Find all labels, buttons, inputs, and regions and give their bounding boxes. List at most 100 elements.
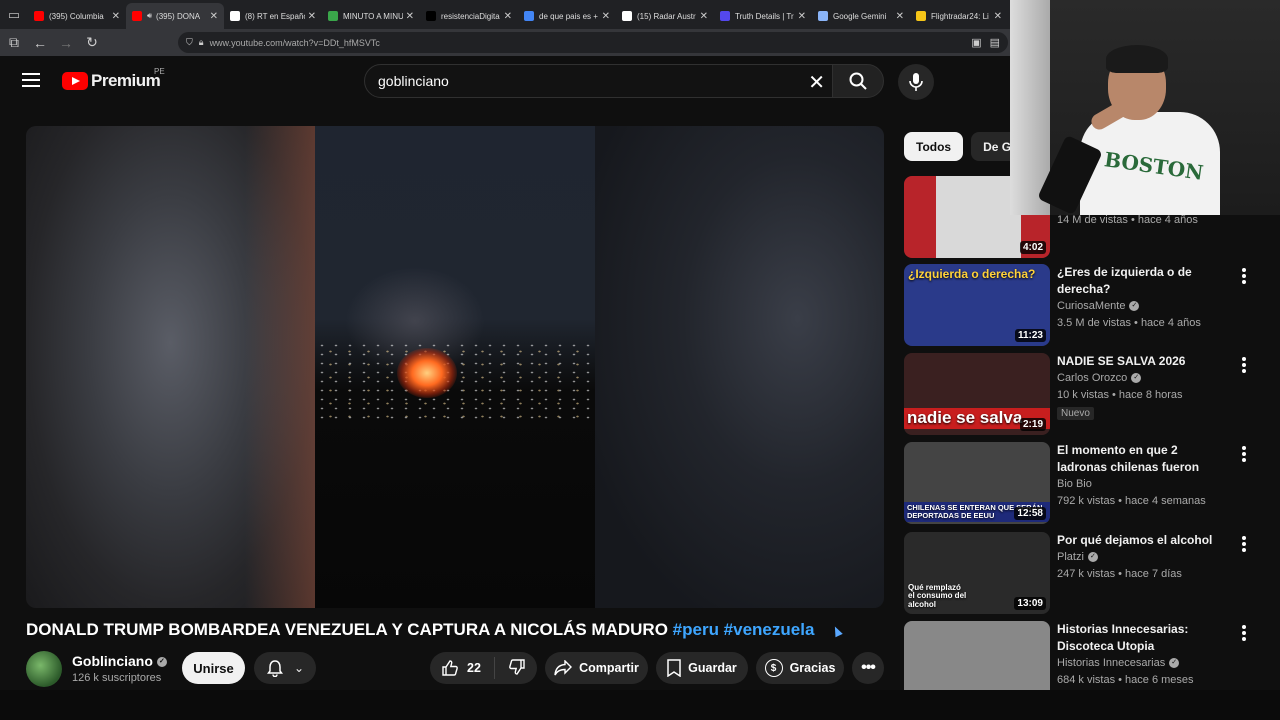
webcam-person-hair	[1106, 45, 1168, 73]
thumbnail-text: Qué remplazó el consumo del alcohol	[908, 582, 967, 610]
more-vertical-icon[interactable]	[1242, 357, 1246, 373]
forward-button[interactable]: →	[54, 31, 78, 55]
channel-name-text: Historias Innecesarias	[1057, 657, 1166, 669]
voice-search-button[interactable]	[898, 64, 934, 100]
verified-icon: ✓	[1131, 373, 1142, 384]
related-video-title[interactable]: Historias Innecesarias: Discoteca Utopia	[1057, 621, 1227, 655]
sidebar-toggle-icon[interactable]: ⧉	[2, 31, 26, 55]
related-video-title[interactable]: El momento en que 2 ladronas chilenas fu…	[1057, 442, 1227, 476]
super-thanks-icon: $	[764, 659, 783, 677]
related-video-item[interactable]: Qué remplazó el consumo del alcohol 13:09…	[904, 532, 1254, 614]
tab-title: (8) RT en Españo	[245, 11, 305, 21]
notifications-button[interactable]: ⌄	[254, 652, 316, 684]
dislike-button[interactable]	[508, 658, 526, 679]
channel-name[interactable]: Goblinciano ✓	[72, 653, 167, 669]
clear-search-icon[interactable]: ✕	[808, 70, 825, 95]
related-video-channel[interactable]: Historias Innecesarias ✓	[1057, 657, 1180, 669]
related-video-title[interactable]: NADIE SE SALVA 2026	[1057, 353, 1227, 370]
browser-tab[interactable]: de que pais es + ✕	[518, 3, 616, 29]
close-tab-icon[interactable]: ✕	[308, 11, 316, 22]
close-tab-icon[interactable]: ✕	[798, 11, 806, 22]
close-tab-icon[interactable]: ✕	[112, 11, 120, 22]
back-button[interactable]: ←	[28, 31, 52, 55]
browser-toolbar: ⧉ ← → ↻ ⛉ 🔒︎ www.youtube.com/watch?v=DDt…	[0, 29, 1010, 56]
more-vertical-icon[interactable]	[1242, 268, 1246, 284]
picture-in-picture-icon[interactable]: ▣	[971, 36, 981, 49]
browser-tab[interactable]: Google Gemini ✕	[812, 3, 910, 29]
video-blur-left	[26, 126, 315, 608]
thumbs-up-icon	[442, 660, 458, 676]
browser-tab[interactable]: 🔊︎ (395) DONA ✕	[126, 3, 224, 29]
share-label: Compartir	[579, 661, 639, 675]
site-info-icon[interactable]: ⛉	[186, 37, 193, 48]
join-button[interactable]: Unirse	[182, 652, 245, 684]
close-tab-icon[interactable]: ✕	[994, 11, 1002, 22]
explosion-fire	[397, 348, 457, 398]
video-duration: 4:02	[1019, 241, 1046, 254]
youtube-premium-logo[interactable]: Premium PE	[62, 67, 165, 91]
channel-name-text: Bio Bio	[1057, 478, 1092, 490]
more-horizontal-icon: •••	[861, 659, 876, 676]
close-tab-icon[interactable]: ✕	[406, 11, 414, 22]
video-duration: 13:09	[1014, 597, 1046, 610]
browser-tab[interactable]: (15) Radar Austr ✕	[616, 3, 714, 29]
tab-title: Flightradar24: Li	[931, 11, 989, 21]
browser-tab[interactable]: resistenciaDigita ✕	[420, 3, 518, 29]
video-thumbnail[interactable]: ¿Izquierda o derecha? 11:23	[904, 264, 1050, 346]
related-video-meta: 14 M de vistas • hace 4 años	[1057, 214, 1198, 226]
reload-button[interactable]: ↻	[80, 31, 104, 55]
filter-chip[interactable]: Todos	[904, 132, 964, 161]
share-button[interactable]: Compartir	[545, 652, 648, 684]
video-player[interactable]	[26, 126, 884, 608]
browser-tab[interactable]: Flightradar24: Li ✕	[910, 3, 1008, 29]
search-button[interactable]	[832, 64, 884, 98]
related-video-item[interactable]: CHILENAS SE ENTERAN QUE SERÁN DEPORTADAS…	[904, 442, 1254, 524]
browser-tab[interactable]: MINUTO A MINU ✕	[322, 3, 420, 29]
google-icon	[524, 11, 534, 21]
audio-playing-icon[interactable]: 🔊︎	[147, 11, 152, 21]
address-bar[interactable]: ⛉ 🔒︎ www.youtube.com/watch?v=DDt_hfMSVTc…	[178, 32, 1008, 53]
close-tab-icon[interactable]: ✕	[602, 11, 610, 22]
video-thumbnail[interactable]: Qué remplazó el consumo del alcohol 13:09	[904, 532, 1050, 614]
microphone-icon	[909, 73, 923, 91]
subscriber-count: 126 k suscriptores	[72, 672, 162, 684]
related-video-channel[interactable]: Bio Bio	[1057, 478, 1092, 490]
close-tab-icon[interactable]: ✕	[896, 11, 904, 22]
logo-text: Premium	[91, 71, 161, 90]
related-video-title[interactable]: Por qué dejamos el alcohol	[1057, 532, 1227, 549]
youtube-header: Premium PE goblinciano ✕	[0, 56, 1010, 106]
thanks-button[interactable]: $ Gracias	[756, 652, 844, 684]
channel-avatar[interactable]	[26, 651, 62, 687]
save-button[interactable]: Guardar	[656, 652, 748, 684]
close-tab-icon[interactable]: ✕	[210, 11, 218, 22]
tab-actions-icon[interactable]: ▭	[0, 0, 28, 29]
related-video-meta: 247 k vistas • hace 7 días	[1057, 568, 1182, 580]
close-tab-icon[interactable]: ✕	[504, 11, 512, 22]
thanks-label: Gracias	[789, 661, 836, 675]
more-actions-button[interactable]: •••	[852, 652, 884, 684]
related-video-title[interactable]: ¿Eres de izquierda o de derecha?	[1057, 264, 1227, 298]
video-hashtags[interactable]: #peru #venezuela	[673, 620, 815, 639]
related-video-channel[interactable]: CuriosaMente ✓	[1057, 300, 1140, 312]
video-thumbnail[interactable]: CHILENAS SE ENTERAN QUE SERÁN DEPORTADAS…	[904, 442, 1050, 524]
related-video-item[interactable]: ¿Izquierda o derecha? 11:23 ¿Eres de izqui…	[904, 264, 1254, 346]
browser-tab[interactable]: (8) RT en Españo ✕	[224, 3, 322, 29]
menu-icon[interactable]	[22, 73, 40, 87]
search-input[interactable]: goblinciano ✕	[364, 64, 834, 98]
related-video-channel[interactable]: Platzi ✓	[1057, 551, 1098, 563]
like-button[interactable]: 22	[441, 659, 481, 677]
more-vertical-icon[interactable]	[1242, 446, 1246, 462]
browser-tab[interactable]: (395) Columbia ✕	[28, 3, 126, 29]
screenshot-icon[interactable]: ▤	[990, 36, 1000, 49]
tiktok-icon	[426, 11, 436, 21]
browser-tab[interactable]: Truth Details | Tr ✕	[714, 3, 812, 29]
close-tab-icon[interactable]: ✕	[700, 11, 708, 22]
related-video-item[interactable]: nadie se salva 2:19 NADIE SE SALVA 2026 Car…	[904, 353, 1254, 435]
url-text: www.youtube.com/watch?v=DDt_hfMSVTc	[209, 37, 380, 48]
mm-icon	[328, 11, 338, 21]
more-vertical-icon[interactable]	[1242, 625, 1246, 641]
more-vertical-icon[interactable]	[1242, 536, 1246, 552]
video-blur-right	[595, 126, 884, 608]
video-thumbnail[interactable]: nadie se salva 2:19	[904, 353, 1050, 435]
related-video-channel[interactable]: Carlos Orozco ✓	[1057, 372, 1142, 384]
